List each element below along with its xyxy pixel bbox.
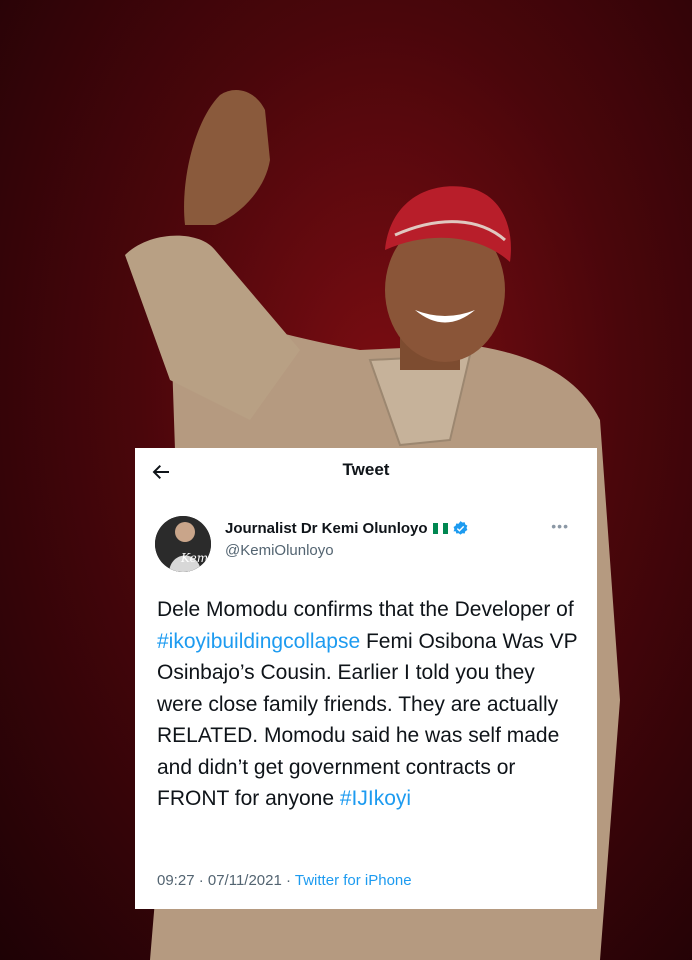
hashtag-link-ijikoyi[interactable]: #IJIkoyi bbox=[340, 787, 411, 810]
tweet-text-part-1: Dele Momodu confirms that the Developer … bbox=[157, 598, 574, 621]
verified-badge-icon bbox=[453, 521, 467, 535]
avatar-text: Kemi bbox=[180, 551, 211, 565]
avatar[interactable]: Kemi bbox=[155, 516, 211, 572]
more-options-icon[interactable]: ••• bbox=[551, 518, 569, 534]
tweet-text: Dele Momodu confirms that the Developer … bbox=[157, 594, 579, 815]
avatar-image: Kemi bbox=[155, 516, 211, 572]
author-name[interactable]: Journalist Dr Kemi Olunloyo bbox=[225, 520, 428, 537]
author-name-row[interactable]: Journalist Dr Kemi Olunloyo bbox=[225, 520, 469, 537]
hashtag-link-ikoyibuildingcollapse[interactable]: #ikoyibuildingcollapse bbox=[157, 630, 360, 653]
page-title: Tweet bbox=[342, 460, 390, 479]
tweet-header: Tweet bbox=[135, 448, 597, 496]
tweet-text-part-2: Femi Osibona Was VP Osinbajo’s Cousin. E… bbox=[157, 629, 578, 811]
nigeria-flag-icon bbox=[432, 523, 448, 534]
tweet-author: Kemi Journalist Dr Kemi Olunloyo @KemiOl… bbox=[155, 516, 577, 576]
tweet-timestamp[interactable]: 09:27 · 07/11/2021 · bbox=[157, 872, 295, 889]
tweet-card: Tweet Kemi Journalist Dr Kemi Olunloyo @… bbox=[135, 448, 597, 909]
tweet-meta: 09:27 · 07/11/2021 · Twitter for iPhone bbox=[157, 872, 412, 889]
author-handle[interactable]: @KemiOlunloyo bbox=[225, 542, 334, 559]
tweet-source-link[interactable]: Twitter for iPhone bbox=[295, 872, 412, 889]
